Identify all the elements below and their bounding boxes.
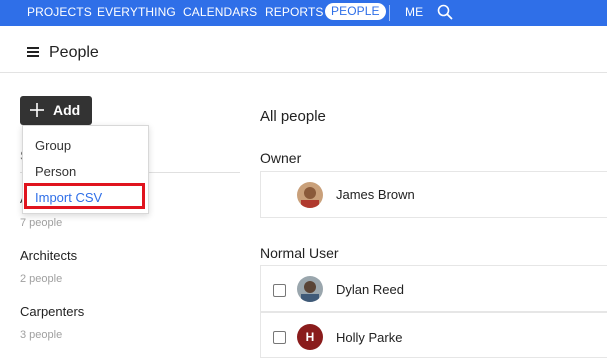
add-button-label: Add	[53, 102, 81, 118]
row-checkbox[interactable]	[273, 331, 286, 344]
normal-user-heading: Normal User	[260, 245, 339, 261]
nav-people[interactable]: PEOPLE	[325, 3, 386, 20]
nav-me[interactable]: ME	[405, 5, 423, 19]
avatar: H	[297, 324, 323, 350]
person-name[interactable]: James Brown	[336, 187, 415, 202]
person-name[interactable]: Dylan Reed	[336, 282, 404, 297]
avatar-initial: H	[305, 330, 315, 344]
menu-item-import-csv[interactable]: Import CSV	[35, 190, 102, 205]
section-title: All people	[260, 108, 326, 125]
top-navigation-bar: PROJECTS EVERYTHING CALENDARS REPORTS PE…	[0, 0, 607, 26]
owner-heading: Owner	[260, 150, 302, 166]
nav-calendars[interactable]: CALENDARS	[183, 5, 257, 19]
page-title: People	[49, 44, 99, 61]
nav-reports[interactable]: REPORTS	[265, 5, 324, 19]
avatar	[297, 182, 323, 208]
menu-icon[interactable]	[27, 47, 39, 57]
nav-divider	[389, 5, 390, 21]
group-carpenters[interactable]: Carpenters	[20, 304, 84, 319]
add-dropdown-menu: Group Person Import CSV	[22, 125, 149, 214]
user-row[interactable]: Dylan Reed	[260, 265, 607, 312]
group-count: 2 people	[20, 273, 63, 285]
add-button[interactable]: Add	[20, 96, 92, 125]
plus-icon	[30, 103, 44, 117]
owner-card[interactable]: James Brown	[260, 171, 607, 218]
person-name[interactable]: Holly Parke	[336, 330, 402, 345]
page-header: People	[0, 26, 607, 73]
search-icon[interactable]	[436, 3, 454, 21]
menu-item-person[interactable]: Person	[35, 164, 76, 179]
avatar	[297, 276, 323, 302]
group-count: 7 people	[20, 217, 63, 229]
menu-item-group[interactable]: Group	[35, 138, 71, 153]
group-architects[interactable]: Architects	[20, 248, 77, 263]
row-checkbox[interactable]	[273, 284, 286, 297]
group-count: 3 people	[20, 329, 63, 341]
user-row[interactable]: H Holly Parke	[260, 312, 607, 358]
nav-everything[interactable]: EVERYTHING	[97, 5, 176, 19]
nav-projects[interactable]: PROJECTS	[27, 5, 92, 19]
